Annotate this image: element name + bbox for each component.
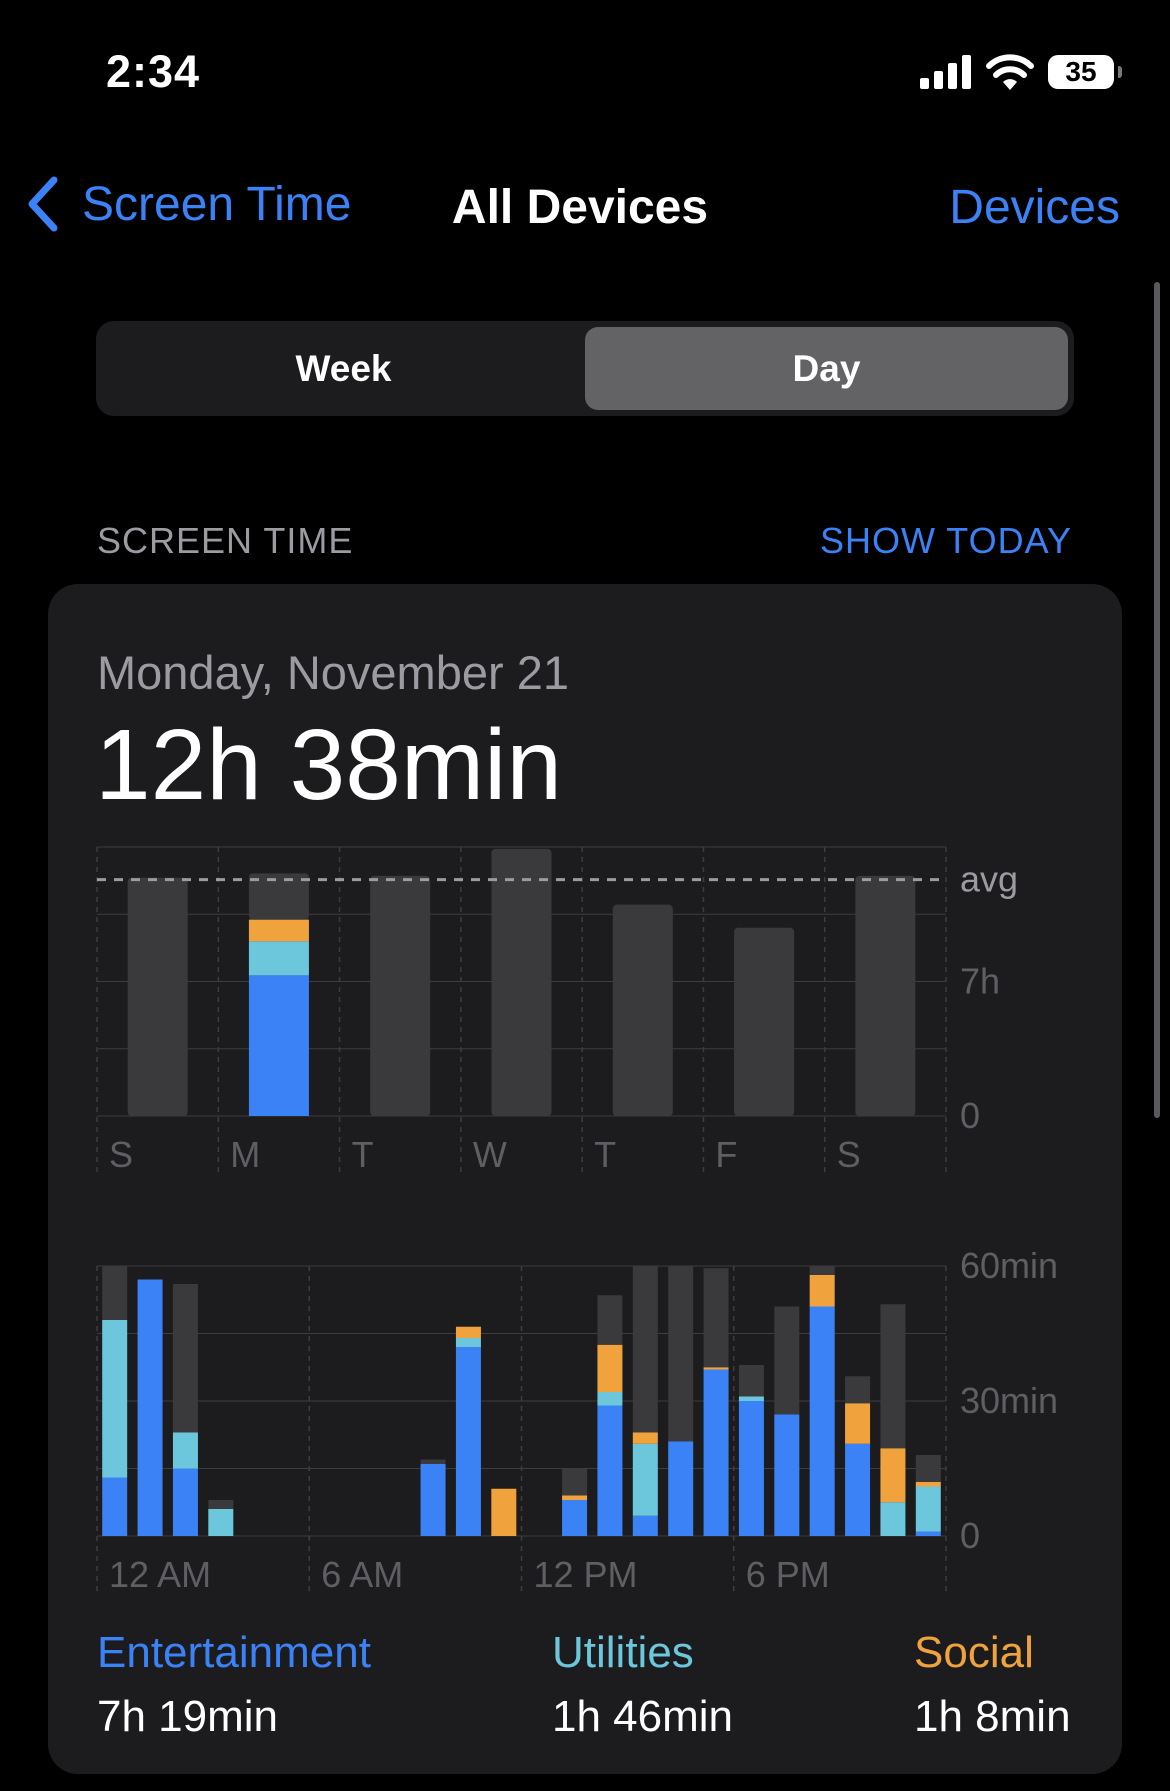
- legend-utilities-label: Utilities: [552, 1628, 694, 1677]
- hour-bar-segment: [455, 1347, 481, 1536]
- hour-bar-segment: [809, 1266, 835, 1275]
- hour-bar-segment: [562, 1500, 588, 1536]
- hour-bar-segment: [420, 1459, 446, 1464]
- hour-bar-segment: [208, 1500, 234, 1509]
- hour-bar-segment: [420, 1464, 446, 1536]
- hour-bar-segment: [845, 1376, 871, 1404]
- x-tick-label: 12 PM: [534, 1554, 638, 1595]
- hour-bar-segment: [915, 1455, 941, 1482]
- legend-entertainment-value: 7h 19min: [97, 1692, 279, 1741]
- hour-bar-segment: [455, 1338, 481, 1347]
- y-tick-label: 30min: [960, 1380, 1058, 1421]
- hour-bar-segment: [455, 1326, 481, 1338]
- hour-bar-segment: [915, 1486, 941, 1532]
- hour-bar-segment: [703, 1367, 729, 1370]
- hour-bar-segment: [915, 1531, 941, 1536]
- x-tick-label: 6 PM: [746, 1554, 830, 1595]
- hour-bar-segment: [562, 1495, 588, 1500]
- legend-entertainment: Entertainment 7h 19min: [97, 1628, 371, 1742]
- hour-bar-segment: [172, 1432, 198, 1469]
- hour-bar-segment: [632, 1515, 658, 1536]
- hour-bar-segment: [738, 1401, 764, 1536]
- hour-bar-segment: [845, 1403, 871, 1444]
- hour-bar-segment: [597, 1295, 623, 1345]
- hour-bar-segment: [562, 1468, 588, 1496]
- hour-bar-segment: [137, 1279, 163, 1536]
- hour-bar-segment: [774, 1306, 800, 1415]
- legend-utilities-value: 1h 46min: [552, 1692, 734, 1741]
- hour-bar-segment: [809, 1306, 835, 1536]
- hour-bar-segment: [668, 1266, 694, 1442]
- hour-bar-segment: [102, 1477, 128, 1536]
- hour-bar-segment: [703, 1369, 729, 1536]
- hour-bar-segment: [597, 1405, 623, 1536]
- y-tick-label: 0: [960, 1515, 980, 1556]
- hourly-usage-chart[interactable]: 12 AM 6 AM 12 PM 6 PM 60min 30min 0: [0, 0, 1170, 1791]
- hour-bar-segment: [102, 1320, 128, 1478]
- hour-bar-segment: [738, 1365, 764, 1397]
- hour-bar-segment: [915, 1482, 941, 1487]
- hour-bar-segment: [880, 1502, 906, 1536]
- hour-bar-segment: [880, 1304, 906, 1449]
- legend-entertainment-label: Entertainment: [97, 1628, 371, 1677]
- y-tick-label: 60min: [960, 1245, 1058, 1286]
- legend-social: Social 1h 8min: [914, 1628, 1071, 1742]
- legend-social-label: Social: [914, 1628, 1034, 1677]
- hour-bar-segment: [774, 1414, 800, 1536]
- x-tick-label: 12 AM: [109, 1554, 211, 1595]
- hour-bar-segment: [632, 1266, 658, 1433]
- hour-bar-segment: [172, 1284, 198, 1433]
- x-tick-label: 6 AM: [321, 1554, 403, 1595]
- hour-bar-segment: [491, 1488, 517, 1536]
- hour-bar-segment: [632, 1443, 658, 1516]
- hour-bar-segment: [845, 1443, 871, 1536]
- hour-bar-segment: [703, 1268, 729, 1368]
- hour-bar-segment: [809, 1275, 835, 1307]
- hour-bar-segment: [668, 1441, 694, 1536]
- hour-bar-segment: [208, 1509, 234, 1536]
- hour-bar-segment: [597, 1344, 623, 1392]
- hour-bar-segment: [102, 1266, 128, 1320]
- hour-bar-segment: [172, 1468, 198, 1536]
- hour-bar-segment: [738, 1396, 764, 1401]
- hour-bar-segment: [632, 1432, 658, 1444]
- legend-utilities: Utilities 1h 46min: [552, 1628, 733, 1742]
- hour-bar-segment: [597, 1392, 623, 1406]
- legend-social-value: 1h 8min: [914, 1692, 1071, 1741]
- hour-bar-segment: [880, 1448, 906, 1503]
